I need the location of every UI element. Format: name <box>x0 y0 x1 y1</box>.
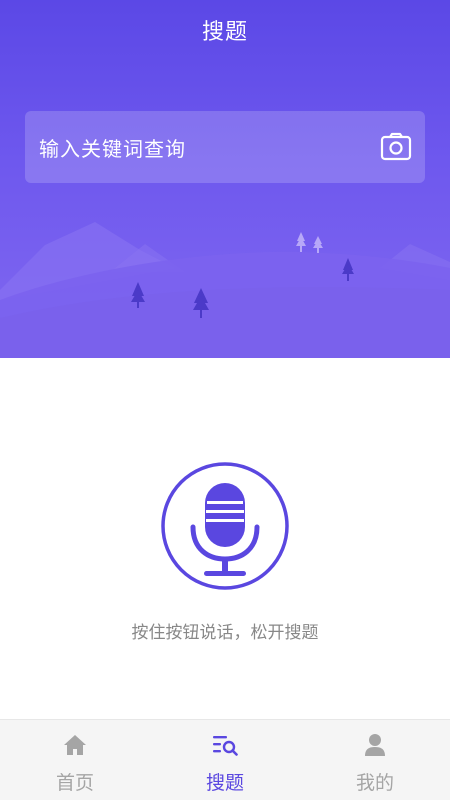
hero-banner: 搜题 输入关键词查询 <box>0 0 450 358</box>
voice-hint: 按住按钮说话，松开搜题 <box>131 623 319 643</box>
search-placeholder: 输入关键词查询 <box>39 136 186 161</box>
tab-home[interactable]: 首页 <box>0 720 150 800</box>
tab-home-label: 首页 <box>55 772 94 794</box>
search-list-icon <box>212 732 238 758</box>
user-icon <box>362 732 388 758</box>
bottom-tab-bar: 首页 搜题 我的 <box>0 719 450 800</box>
tab-profile-label: 我的 <box>355 772 394 794</box>
microphone-icon <box>161 462 289 590</box>
camera-icon <box>380 132 412 161</box>
tab-search-label: 搜题 <box>205 772 244 794</box>
tab-search[interactable]: 搜题 <box>150 720 300 800</box>
page-title: 搜题 <box>201 20 248 45</box>
camera-button[interactable] <box>379 130 413 164</box>
voice-search-button[interactable] <box>160 461 290 591</box>
home-icon <box>62 732 88 758</box>
tab-profile[interactable]: 我的 <box>300 720 450 800</box>
search-input[interactable]: 输入关键词查询 <box>25 111 425 183</box>
